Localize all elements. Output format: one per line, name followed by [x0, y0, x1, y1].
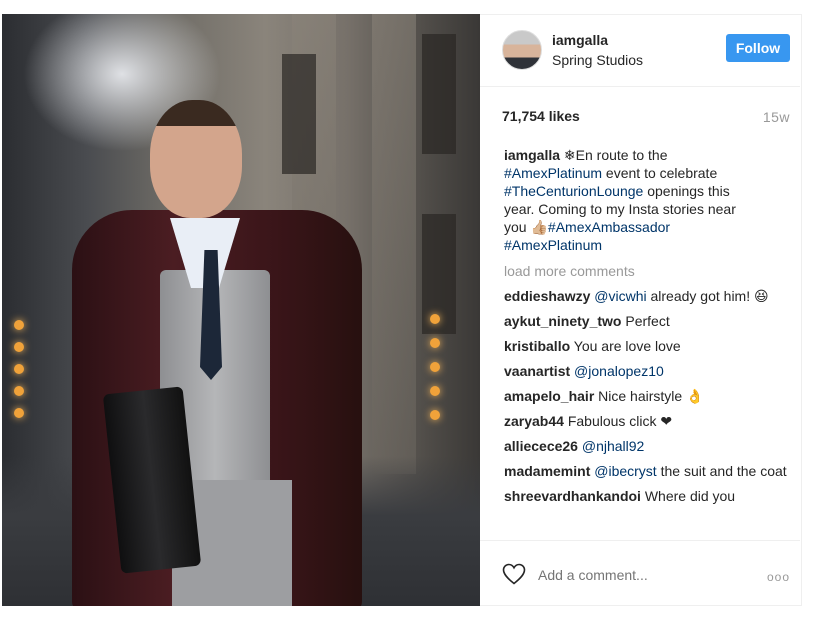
comment-item: vaanartist @jonalopez10	[504, 362, 790, 380]
caption-text: ❄En route to the	[563, 147, 668, 163]
comment-text: the suit and the coat	[656, 463, 787, 479]
location-link[interactable]: Spring Studios	[552, 52, 643, 68]
comment-footer: ooo	[480, 540, 800, 607]
comment-username[interactable]: shreevardhankandoi	[504, 488, 641, 504]
comment-item: zaryab44 Fabulous click ❤	[504, 412, 790, 430]
hashtag-link[interactable]: #AmexAmbassador	[548, 219, 670, 235]
comment-item: alliecece26 @njhall92	[504, 437, 790, 455]
street-light	[430, 338, 440, 348]
caption-text: year. Coming to my Insta stories near	[504, 201, 736, 217]
post-header: iamgalla Spring Studios Follow	[480, 14, 800, 87]
comment-item: aykut_ninety_two Perfect	[504, 312, 790, 330]
hashtag-link[interactable]: #AmexPlatinum	[504, 165, 602, 181]
comment-mention[interactable]: @vicwhi	[594, 288, 646, 304]
comment-username[interactable]: zaryab44	[504, 413, 564, 429]
comment-mention[interactable]: @njhall92	[582, 438, 644, 454]
username-link[interactable]: iamgalla	[552, 32, 608, 48]
post-photo[interactable]	[2, 14, 480, 606]
comment-text: Where did you	[644, 488, 736, 504]
street-light	[14, 364, 24, 374]
comment-username[interactable]: vaanartist	[504, 363, 570, 379]
head	[150, 100, 242, 218]
comment-item: eddieshawzy @vicwhi already got him! 😆	[504, 287, 790, 305]
comment-username[interactable]: kristiballo	[504, 338, 570, 354]
comment-item: amapelo_hair Nice hairstyle 👌	[504, 387, 790, 405]
comment-text: Perfect	[625, 313, 670, 329]
hashtag-link[interactable]: #AmexPlatinum	[504, 237, 602, 253]
street-light	[14, 342, 24, 352]
comment-text: You are love love	[573, 338, 681, 354]
more-options-icon[interactable]: ooo	[767, 570, 790, 584]
street-light	[14, 408, 24, 418]
comments-list: iamgalla ❄En route to the #AmexPlatinum …	[504, 146, 790, 538]
building-column	[372, 14, 416, 474]
caption-text: openings this	[643, 183, 730, 199]
follow-button[interactable]: Follow	[726, 34, 790, 62]
heart-icon[interactable]	[502, 563, 526, 585]
caption-username[interactable]: iamgalla	[504, 147, 560, 163]
comment-username[interactable]: alliecece26	[504, 438, 578, 454]
comment-username[interactable]: amapelo_hair	[504, 388, 594, 404]
building-window	[422, 34, 456, 154]
comment-username[interactable]: aykut_ninety_two	[504, 313, 621, 329]
comment-username[interactable]: eddieshawzy	[504, 288, 590, 304]
comment-item: shreevardhankandoi Where did you	[504, 487, 790, 505]
street-light	[14, 320, 24, 330]
load-more-comments[interactable]: load more comments	[504, 262, 790, 280]
add-comment-input[interactable]	[538, 567, 738, 583]
street-light	[430, 314, 440, 324]
post-age[interactable]: 15w	[763, 109, 790, 125]
likes-count[interactable]: 71,754 likes	[502, 108, 580, 124]
street-light	[14, 386, 24, 396]
likes-row: 71,754 likes 15w	[502, 108, 792, 128]
comment-item: kristiballo You are love love	[504, 337, 790, 355]
street-light	[430, 386, 440, 396]
comment-mention[interactable]: @ibecryst	[594, 463, 656, 479]
avatar[interactable]	[502, 30, 542, 70]
comment-text: Nice hairstyle 👌	[598, 388, 704, 404]
comment-item: madamemint @ibecryst the suit and the co…	[504, 462, 790, 480]
caption-text: you 👍🏼	[504, 219, 548, 235]
comment-mention[interactable]: @jonalopez10	[574, 363, 664, 379]
comment-text: Fabulous click ❤	[567, 413, 673, 429]
caption-text: event to celebrate	[602, 165, 718, 181]
street-light	[430, 362, 440, 372]
comment-text: already got him! 😆	[646, 288, 769, 304]
hashtag-link[interactable]: #TheCenturionLounge	[504, 183, 643, 199]
street-light	[430, 410, 440, 420]
person-figure	[72, 100, 372, 606]
comment-username[interactable]: madamemint	[504, 463, 590, 479]
caption: iamgalla ❄En route to the #AmexPlatinum …	[504, 146, 790, 254]
